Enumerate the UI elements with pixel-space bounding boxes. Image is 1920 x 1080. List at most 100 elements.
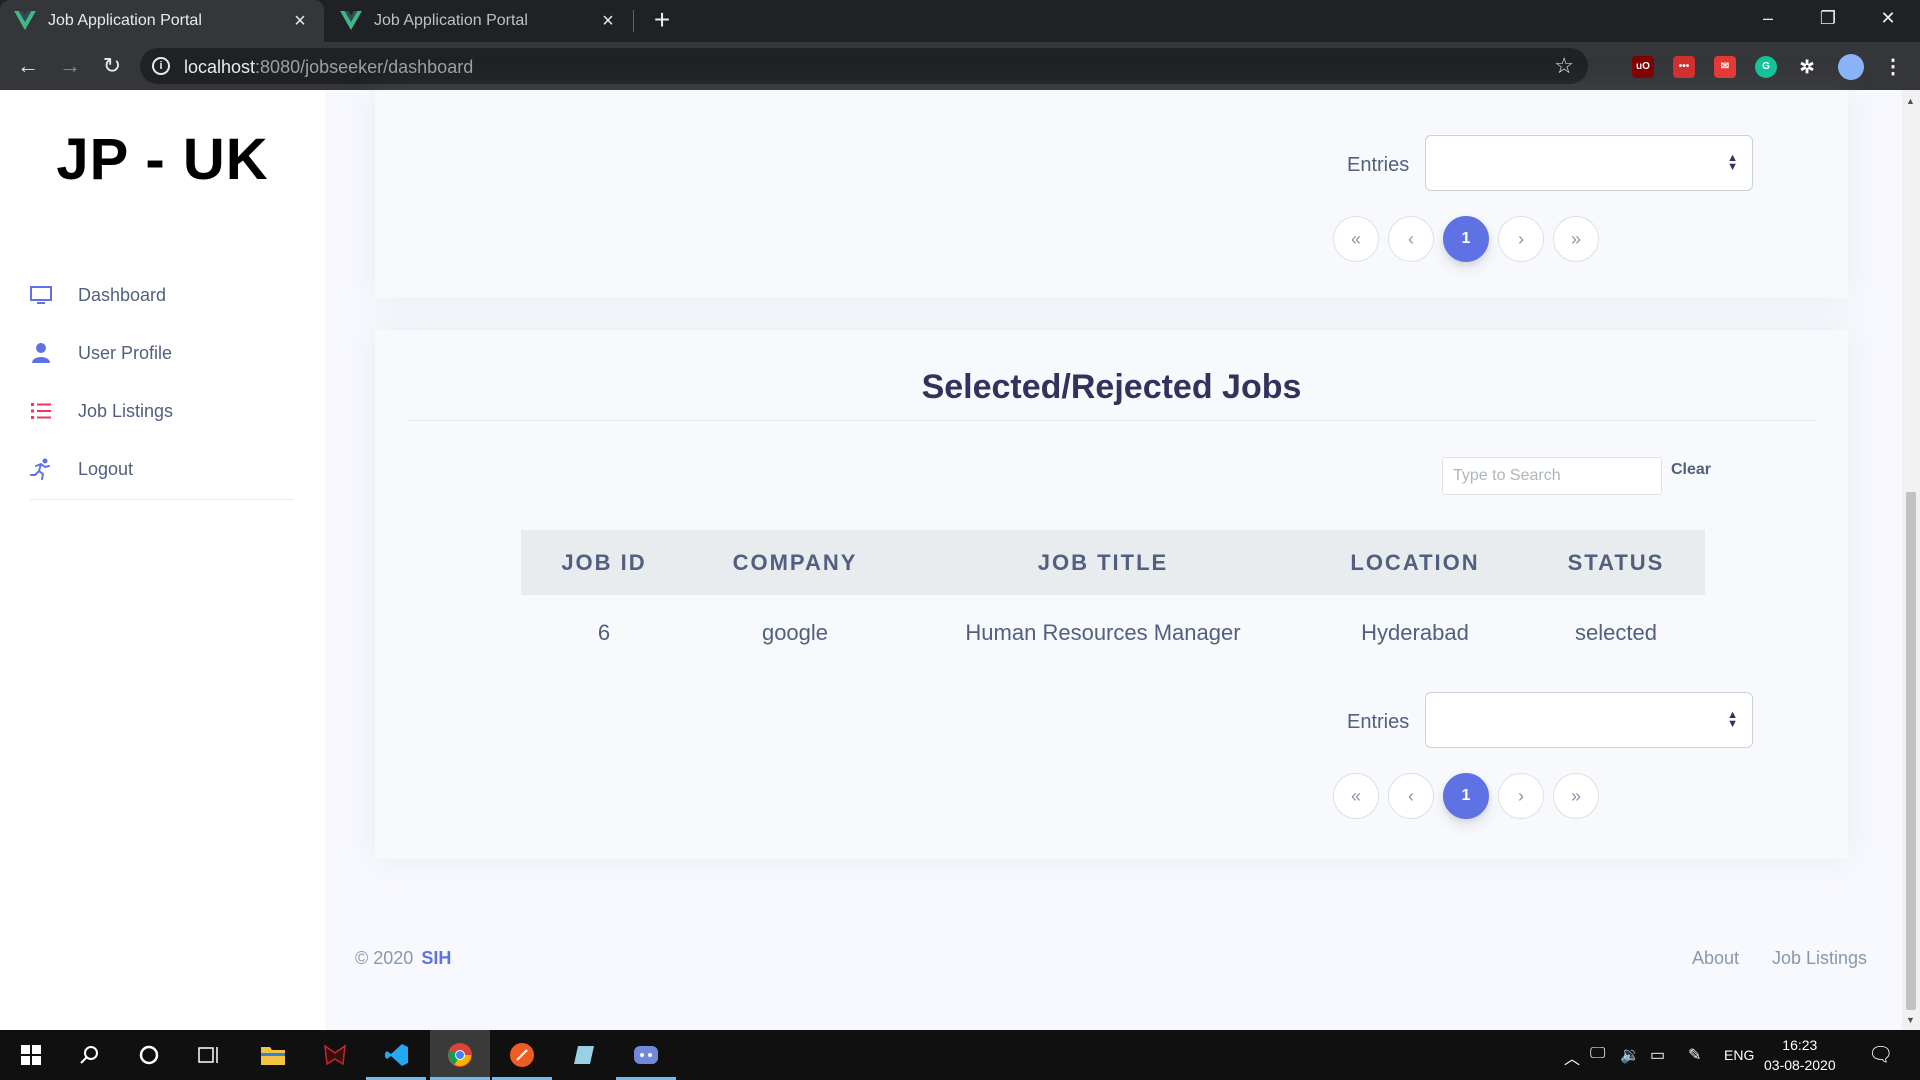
pen-icon[interactable]: ✎ xyxy=(1688,1045,1701,1065)
browser-toolbar: ← → ↻ i localhost:8080/jobseeker/dashboa… xyxy=(0,42,1920,90)
window-close-icon[interactable]: ✕ xyxy=(1860,0,1916,36)
task-view-icon[interactable] xyxy=(192,1038,226,1072)
sidebar-item-label: Logout xyxy=(78,458,134,479)
sidebar-item-user-profile[interactable]: User Profile xyxy=(30,333,172,373)
user-icon xyxy=(30,342,52,364)
applied-jobs-card: Entries ▲ ▼ « ‹ 1 › » xyxy=(375,90,1848,298)
volume-icon[interactable]: 🔉 xyxy=(1620,1045,1640,1065)
notifications-icon[interactable]: 🗨 xyxy=(1868,1042,1893,1067)
acer-app-icon[interactable] xyxy=(318,1038,352,1072)
address-bar[interactable]: i localhost:8080/jobseeker/dashboard ☆ xyxy=(140,48,1588,84)
cell-status: selected xyxy=(1575,619,1657,645)
vscode-icon[interactable] xyxy=(380,1038,414,1072)
column-header-job-title[interactable]: JOB TITLE xyxy=(903,550,1303,576)
tab-separator xyxy=(633,10,634,32)
lastpass-extension-icon[interactable]: ••• xyxy=(1673,56,1695,78)
select-caret-icon: ▲ ▼ xyxy=(1727,152,1738,173)
cortana-icon[interactable] xyxy=(132,1038,166,1072)
footer-link-about[interactable]: About xyxy=(1692,948,1739,969)
page-1-button[interactable]: 1 xyxy=(1443,216,1489,262)
scrollbar-thumb[interactable] xyxy=(1906,492,1916,1010)
scroll-up-icon[interactable]: ▲ xyxy=(1906,96,1915,106)
section-title: Selected/Rejected Jobs xyxy=(921,368,1302,406)
vue-logo-icon xyxy=(14,11,36,31)
back-icon[interactable]: ← xyxy=(14,52,42,80)
extensions-puzzle-icon[interactable]: ✲ xyxy=(1796,56,1818,78)
title-divider xyxy=(407,420,1816,421)
ublock-extension-icon[interactable]: uO xyxy=(1632,56,1654,78)
entries-select[interactable]: ▲ ▼ xyxy=(1425,135,1753,191)
vue-logo-icon xyxy=(340,11,362,31)
sidebar-item-logout[interactable]: Logout xyxy=(30,449,133,489)
site-info-icon[interactable]: i xyxy=(152,57,170,75)
tab-title: Job Application Portal xyxy=(374,12,528,29)
grammarly-extension-icon[interactable]: G xyxy=(1755,56,1777,78)
page-1-button[interactable]: 1 xyxy=(1443,773,1489,819)
page-scrollbar[interactable]: ▲ ▼ xyxy=(1902,90,1920,1030)
next-page-button[interactable]: › xyxy=(1498,216,1544,262)
select-caret-icon: ▲ ▼ xyxy=(1727,709,1738,730)
monitor-icon xyxy=(30,284,52,306)
cell-company: google xyxy=(761,619,829,645)
search-input[interactable] xyxy=(1442,457,1662,495)
pagination: « ‹ 1 › » xyxy=(1333,216,1599,262)
sidebar-item-job-listings[interactable]: Job Listings xyxy=(30,391,173,431)
extension-badge-icon[interactable]: ✉ xyxy=(1714,56,1736,78)
last-page-button[interactable]: » xyxy=(1553,773,1599,819)
column-header-job-id[interactable]: JOB ID xyxy=(521,550,687,576)
tab-close-icon[interactable]: × xyxy=(290,10,310,33)
discord-icon[interactable] xyxy=(629,1038,663,1072)
next-page-button[interactable]: › xyxy=(1498,773,1544,819)
notes-app-icon[interactable] xyxy=(567,1038,601,1072)
profile-avatar[interactable] xyxy=(1838,54,1864,80)
browser-menu-icon[interactable]: ⋮ xyxy=(1882,56,1904,78)
selected-rejected-jobs-card: Selected/Rejected Jobs Clear JOB ID COMP… xyxy=(375,330,1848,859)
cell-location: Hyderabad xyxy=(1361,619,1469,645)
new-tab-icon[interactable]: + xyxy=(648,6,676,34)
footer-brand-link[interactable]: SIH xyxy=(421,948,451,968)
column-header-company[interactable]: COMPANY xyxy=(687,550,903,576)
language-indicator[interactable]: ENG xyxy=(1724,1047,1754,1063)
column-header-location[interactable]: LOCATION xyxy=(1303,550,1527,576)
clock-time: 16:23 xyxy=(1782,1037,1818,1053)
postman-icon[interactable] xyxy=(505,1038,539,1072)
file-explorer-icon[interactable] xyxy=(256,1038,290,1072)
column-header-status[interactable]: STATUS xyxy=(1527,550,1705,576)
chrome-icon[interactable] xyxy=(443,1038,477,1072)
sidebar-item-dashboard[interactable]: Dashboard xyxy=(30,275,166,315)
tab-close-icon[interactable]: × xyxy=(598,10,618,33)
footer-copyright: © 2020 SIH xyxy=(355,948,451,969)
battery-icon[interactable]: ▭ xyxy=(1650,1045,1665,1065)
bookmark-star-icon[interactable]: ☆ xyxy=(1554,53,1574,79)
browser-tab-active[interactable]: Job Application Portal × xyxy=(0,0,324,42)
footer-link-job-listings[interactable]: Job Listings xyxy=(1772,948,1867,969)
entries-label: Entries xyxy=(1347,154,1410,176)
brand-logo[interactable]: JP - UK xyxy=(0,126,325,193)
prev-page-button[interactable]: ‹ xyxy=(1388,773,1434,819)
windows-start-icon[interactable] xyxy=(14,1038,48,1072)
jobs-table: JOB ID COMPANY JOB TITLE LOCATION STATUS… xyxy=(521,530,1705,670)
sidebar-item-label: Dashboard xyxy=(78,284,167,305)
first-page-button[interactable]: « xyxy=(1333,216,1379,262)
taskbar-clock[interactable]: 16:23 03-08-2020 xyxy=(1764,1035,1836,1075)
minimize-icon[interactable]: – xyxy=(1740,0,1796,36)
last-page-button[interactable]: » xyxy=(1553,216,1599,262)
list-icon xyxy=(30,400,52,422)
reload-icon[interactable]: ↻ xyxy=(98,52,126,80)
browser-tab-inactive[interactable]: Job Application Portal × xyxy=(326,0,632,42)
entries-select[interactable]: ▲ ▼ xyxy=(1425,692,1753,748)
prev-page-button[interactable]: ‹ xyxy=(1388,216,1434,262)
copyright-text: © 2020 xyxy=(355,948,414,968)
sidebar-divider xyxy=(30,499,294,500)
first-page-button[interactable]: « xyxy=(1333,773,1379,819)
forward-icon[interactable]: → xyxy=(56,52,84,80)
search-icon[interactable] xyxy=(72,1038,106,1072)
url-host: localhost xyxy=(184,57,256,77)
network-icon[interactable]: 🖵 xyxy=(1590,1045,1605,1063)
pagination: « ‹ 1 › » xyxy=(1333,773,1599,819)
tray-overflow-icon[interactable]: ︿ xyxy=(1564,1045,1580,1069)
scroll-down-icon[interactable]: ▼ xyxy=(1906,1015,1915,1025)
clear-button[interactable]: Clear xyxy=(1671,461,1711,479)
browser-tab-strip: Job Application Portal × Job Application… xyxy=(0,0,1920,42)
restore-icon[interactable]: ❐ xyxy=(1800,0,1856,36)
